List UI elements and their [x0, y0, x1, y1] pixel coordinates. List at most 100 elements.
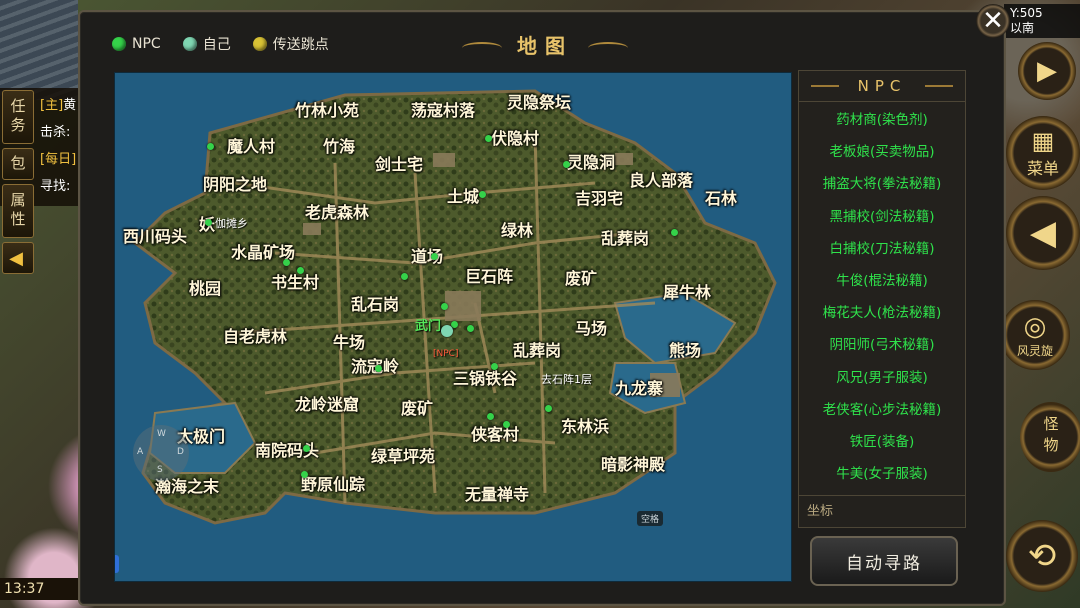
place-label[interactable]: 书生村	[271, 269, 319, 293]
npc-list-item[interactable]: 老侠客(心步法秘籍)	[799, 394, 965, 426]
npc-marker[interactable]	[283, 259, 290, 266]
npc-panel-header: NPC	[799, 71, 965, 102]
map-small-label: 伽摊乡	[215, 217, 248, 230]
place-label[interactable]: 自老虎林	[223, 323, 287, 347]
place-label[interactable]: 九龙寨	[615, 375, 663, 399]
npc-marker[interactable]	[467, 325, 474, 332]
place-label[interactable]: 绿林	[501, 217, 533, 241]
monster-button[interactable]: 怪物	[1020, 402, 1080, 472]
place-label[interactable]: 伏隐村	[491, 125, 539, 149]
place-label[interactable]: 绿草坪苑	[371, 443, 435, 467]
whirlwind-skill-button[interactable]: ◎ 风灵旋	[1000, 300, 1070, 370]
place-label[interactable]: 竹海	[323, 133, 355, 157]
place-label[interactable]: 乱石岗	[351, 291, 399, 315]
refresh-icon[interactable]: ⟲	[1006, 520, 1078, 592]
npc-marker[interactable]	[491, 363, 498, 370]
npc-list-panel: NPC 药材商(染色剂) 老板娘(买卖物品) 捕盗大将(拳法秘籍) 黑捕校(剑法…	[798, 70, 966, 528]
quest-line[interactable]: 寻找:	[40, 173, 80, 200]
menu-button[interactable]: ▦ 菜单	[1006, 116, 1080, 190]
place-label[interactable]: 牛场	[333, 329, 365, 353]
npc-list-item[interactable]: 捕盗大将(拳法秘籍)	[799, 168, 965, 200]
place-label[interactable]: 剑士宅	[375, 151, 423, 175]
npc-marker[interactable]	[207, 143, 214, 150]
place-label[interactable]: 道场	[411, 243, 443, 267]
npc-list-item[interactable]: 药材商(染色剂)	[799, 104, 965, 136]
npc-marker[interactable]	[563, 161, 570, 168]
tab-attributes[interactable]: 属性	[2, 184, 34, 238]
place-label[interactable]: 乱葬岗	[513, 337, 561, 361]
place-label[interactable]: 流寇岭	[351, 353, 399, 377]
place-label[interactable]: 土城	[447, 183, 479, 207]
place-label[interactable]: 西川码头	[123, 223, 187, 247]
place-label[interactable]: 废矿	[565, 265, 597, 289]
npc-list-item[interactable]: 老板娘(买卖物品)	[799, 136, 965, 168]
place-label[interactable]: 灵隐祭坛	[507, 89, 571, 113]
tab-bag[interactable]: 包	[2, 148, 34, 180]
back-arrow-button[interactable]: ◀	[1006, 196, 1080, 270]
npc-marker[interactable]	[503, 421, 510, 428]
legend-teleport: 传送跳点	[252, 34, 329, 54]
tab-quest[interactable]: 任务	[2, 90, 34, 144]
place-label[interactable]: 马场	[575, 315, 607, 339]
place-label[interactable]: 犀牛林	[663, 279, 711, 303]
map-small-label: 去石阵1层	[541, 373, 592, 386]
place-label[interactable]: 侠客村	[471, 421, 519, 445]
place-label[interactable]: 巨石阵	[465, 263, 513, 287]
npc-list-item[interactable]: 阴阳师(弓术秘籍)	[799, 329, 965, 361]
npc-list-item[interactable]: 牛俊(棍法秘籍)	[799, 265, 965, 297]
npc-marker[interactable]	[479, 191, 486, 198]
npc-marker[interactable]	[485, 135, 492, 142]
npc-marker[interactable]	[487, 413, 494, 420]
place-label[interactable]: 阴阳之地	[203, 171, 267, 195]
npc-marker[interactable]	[431, 253, 438, 260]
coordinate-y: Y:505	[1010, 6, 1043, 20]
npc-list-item[interactable]: 黑捕校(剑法秘籍)	[799, 201, 965, 233]
place-label[interactable]: 龙岭迷窟	[295, 391, 359, 415]
npc-marker[interactable]	[205, 219, 212, 226]
place-label[interactable]: 野原仙踪	[301, 471, 365, 495]
place-label[interactable]: 暗影神殿	[601, 451, 665, 475]
triangle-left-icon[interactable]: ◀	[2, 242, 34, 274]
quest-line[interactable]: 击杀:	[40, 119, 80, 146]
npc-marker[interactable]	[303, 445, 310, 452]
npc-list-item[interactable]: 白捕校(刀法秘籍)	[799, 233, 965, 265]
npc-list-item[interactable]: 铁匠(装备)	[799, 426, 965, 458]
compass-widget[interactable]: A W D S	[133, 425, 189, 481]
legend-npc: NPC	[112, 34, 161, 54]
npc-marker[interactable]	[441, 303, 448, 310]
roof-scenery	[0, 0, 78, 100]
place-label[interactable]: 荡寇村落	[411, 97, 475, 121]
place-label[interactable]: 无量禅寺	[465, 481, 529, 505]
place-label[interactable]: 老虎森林	[305, 199, 369, 223]
place-label[interactable]: 东林浜	[561, 413, 609, 437]
place-label[interactable]: 乱葬岗	[601, 225, 649, 249]
npc-marker[interactable]	[545, 405, 552, 412]
npc-list-item[interactable]: 梅花夫人(枪法秘籍)	[799, 297, 965, 329]
quest-line[interactable]: [主]黄	[40, 92, 80, 119]
close-icon[interactable]: ✕	[976, 4, 1010, 38]
place-label[interactable]: 灵隐洞	[567, 149, 615, 173]
world-map[interactable]: 竹林小苑 荡寇村落 灵隐祭坛 魔人村 竹海 伏隐村 剑士宅 灵隐洞 良人部落 阴…	[114, 72, 792, 582]
npc-marker[interactable]	[401, 273, 408, 280]
quest-lines: [主]黄 击杀: [每日] 寻找:	[40, 92, 80, 200]
legend-label: 自己	[202, 37, 231, 53]
place-label[interactable]: 竹林小苑	[295, 97, 359, 121]
place-label[interactable]: 吉羽宅	[575, 185, 623, 209]
npc-list-item[interactable]: 牛美(女子服装)	[799, 458, 965, 490]
place-label[interactable]: 桃园	[189, 275, 221, 299]
npc-marker[interactable]	[671, 229, 678, 236]
npc-marker[interactable]	[297, 267, 304, 274]
place-label[interactable]: 良人部落	[629, 167, 693, 191]
place-label[interactable]: 熊场	[669, 337, 701, 361]
auto-pathfind-button[interactable]: 自动寻路	[810, 536, 958, 586]
place-label[interactable]: 石林	[705, 185, 737, 209]
place-label[interactable]: 废矿	[401, 395, 433, 419]
npc-marker[interactable]	[301, 471, 308, 478]
title-ornament-right	[588, 42, 628, 54]
npc-list-item[interactable]: 风兄(男子服装)	[799, 362, 965, 394]
npc-marker[interactable]	[375, 365, 382, 372]
place-label[interactable]: 魔人村	[227, 133, 275, 157]
place-label[interactable]: 三锅铁谷	[453, 365, 517, 389]
forward-arrow-button[interactable]: ▶	[1018, 42, 1076, 100]
quest-line[interactable]: [每日]	[40, 146, 80, 173]
